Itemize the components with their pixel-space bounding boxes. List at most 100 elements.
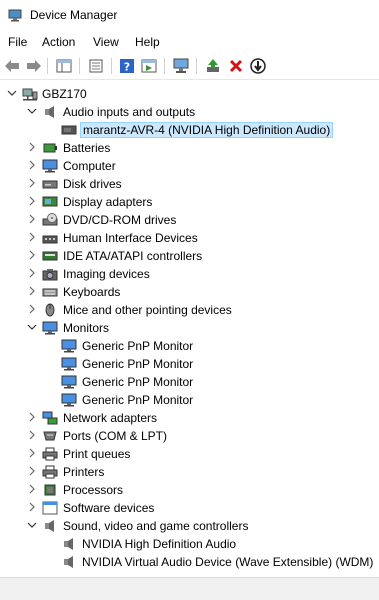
- chevron-right-icon[interactable]: [27, 160, 37, 170]
- device-label: NVIDIA Virtual Audio Device (Wave Extens…: [82, 555, 374, 569]
- window-title: Device Manager: [30, 8, 118, 22]
- tree-category-monitors[interactable]: Monitors: [0, 319, 379, 337]
- chevron-right-icon[interactable]: [27, 214, 37, 224]
- chevron-right-icon[interactable]: [27, 196, 37, 206]
- category-label: Human Interface Devices: [63, 231, 198, 245]
- chevron-right-icon[interactable]: [27, 268, 37, 278]
- chevron-right-icon[interactable]: [27, 484, 37, 494]
- show-hide-tree-icon[interactable]: [55, 57, 73, 75]
- tree-category-sound-controllers[interactable]: Sound, video and game controllers: [0, 517, 379, 535]
- ide-controller-icon: [42, 251, 58, 261]
- category-label: Mice and other pointing devices: [63, 303, 232, 317]
- tree-device-nvidia-virtual-audio[interactable]: NVIDIA Virtual Audio Device (Wave Extens…: [0, 553, 379, 571]
- tree-category-processors[interactable]: Processors: [0, 481, 379, 499]
- speaker-icon: [45, 106, 54, 118]
- device-label: NVIDIA High Definition Audio: [82, 537, 237, 551]
- toolbar-separator: [47, 58, 48, 74]
- tree-category-software-devices[interactable]: Software devices: [0, 499, 379, 517]
- device-tree: GBZ170 Audio inputs and outputs marantz-…: [0, 83, 379, 577]
- category-label: Batteries: [63, 141, 111, 155]
- tree-category-dvd-drives[interactable]: DVD/CD-ROM drives: [0, 211, 379, 229]
- tree-category-hid[interactable]: Human Interface Devices: [0, 229, 379, 247]
- device-label: Generic PnP Monitor: [82, 393, 194, 407]
- category-label: DVD/CD-ROM drives: [63, 213, 177, 227]
- chevron-right-icon[interactable]: [27, 304, 37, 314]
- category-label: Network adapters: [63, 411, 158, 425]
- tree-category-batteries[interactable]: Batteries: [0, 139, 379, 157]
- monitor-icon: [61, 357, 77, 371]
- disable-device-icon[interactable]: [249, 57, 267, 75]
- chevron-right-icon[interactable]: [27, 286, 37, 296]
- scan-hardware-icon[interactable]: [172, 57, 190, 75]
- chevron-right-icon[interactable]: [27, 232, 37, 242]
- monitor-icon: [61, 393, 77, 407]
- tree-category-ide-controllers[interactable]: IDE ATA/ATAPI controllers: [0, 247, 379, 265]
- action-pane-icon[interactable]: [140, 57, 158, 75]
- category-label: IDE ATA/ATAPI controllers: [63, 249, 203, 263]
- speaker-icon: [64, 538, 73, 550]
- chevron-right-icon[interactable]: [27, 178, 37, 188]
- tree-device-monitor[interactable]: Generic PnP Monitor: [0, 355, 379, 373]
- tree-device-nvidia-hd-audio[interactable]: NVIDIA High Definition Audio: [0, 535, 379, 553]
- tree-device-marantz[interactable]: marantz-AVR-4 (NVIDIA High Definition Au…: [0, 121, 379, 139]
- tree-category-print-queues[interactable]: Print queues: [0, 445, 379, 463]
- update-driver-icon[interactable]: [204, 57, 222, 75]
- tree-category-display-adapters[interactable]: Display adapters: [0, 193, 379, 211]
- back-arrow-icon[interactable]: [3, 57, 21, 75]
- optical-drive-icon: [42, 213, 58, 226]
- tree-category-audio-inputs[interactable]: Audio inputs and outputs: [0, 103, 379, 121]
- tree-root[interactable]: GBZ170: [0, 85, 379, 103]
- menu-help[interactable]: Help: [135, 35, 160, 49]
- chevron-right-icon[interactable]: [27, 448, 37, 458]
- device-label: Generic PnP Monitor: [82, 357, 194, 371]
- menu-action[interactable]: Action: [42, 35, 75, 49]
- category-label: Audio inputs and outputs: [63, 105, 196, 119]
- tree-device-monitor[interactable]: Generic PnP Monitor: [0, 391, 379, 409]
- category-label: Ports (COM & LPT): [63, 429, 168, 443]
- tree-category-computer[interactable]: Computer: [0, 157, 379, 175]
- forward-arrow-icon[interactable]: [25, 57, 43, 75]
- device-label: marantz-AVR-4 (NVIDIA High Definition Au…: [80, 122, 334, 138]
- menu-view[interactable]: View: [93, 35, 119, 49]
- category-label: Imaging devices: [63, 267, 150, 281]
- menu-file[interactable]: File: [8, 35, 27, 49]
- speaker-icon: [45, 520, 54, 532]
- chevron-down-icon[interactable]: [27, 106, 37, 116]
- category-label: Print queues: [63, 447, 131, 461]
- chevron-down-icon[interactable]: [27, 322, 37, 332]
- chevron-down-icon[interactable]: [27, 520, 37, 530]
- port-icon: [43, 431, 57, 441]
- network-adapter-icon: [42, 411, 58, 425]
- properties-icon[interactable]: [87, 57, 105, 75]
- tree-category-printers[interactable]: Printers: [0, 463, 379, 481]
- category-label: Printers: [63, 465, 105, 479]
- toolbar-separator: [111, 58, 112, 74]
- chevron-right-icon[interactable]: [27, 502, 37, 512]
- printer-icon: [42, 447, 58, 461]
- uninstall-icon[interactable]: [227, 57, 245, 75]
- toolbar-separator: [196, 58, 197, 74]
- help-icon[interactable]: ?: [118, 57, 136, 75]
- tree-category-keyboards[interactable]: Keyboards: [0, 283, 379, 301]
- chevron-right-icon[interactable]: [27, 466, 37, 476]
- chevron-right-icon[interactable]: [27, 412, 37, 422]
- chevron-right-icon[interactable]: [27, 142, 37, 152]
- monitor-icon: [61, 375, 77, 389]
- chevron-right-icon[interactable]: [27, 430, 37, 440]
- chevron-right-icon[interactable]: [27, 250, 37, 260]
- status-bar: [0, 577, 379, 600]
- category-label: Computer: [63, 159, 116, 173]
- tree-category-mice[interactable]: Mice and other pointing devices: [0, 301, 379, 319]
- category-label: Sound, video and game controllers: [63, 519, 249, 533]
- tree-category-network-adapters[interactable]: Network adapters: [0, 409, 379, 427]
- category-label: Processors: [63, 483, 124, 497]
- tree-category-disk-drives[interactable]: Disk drives: [0, 175, 379, 193]
- tree-category-imaging-devices[interactable]: Imaging devices: [0, 265, 379, 283]
- display-adapter-icon: [42, 196, 58, 207]
- tree-device-monitor[interactable]: Generic PnP Monitor: [0, 373, 379, 391]
- monitor-icon: [61, 339, 77, 353]
- tree-device-monitor[interactable]: Generic PnP Monitor: [0, 337, 379, 355]
- chevron-down-icon[interactable]: [7, 88, 17, 98]
- tree-category-ports[interactable]: Ports (COM & LPT): [0, 427, 379, 445]
- category-label: Keyboards: [63, 285, 121, 299]
